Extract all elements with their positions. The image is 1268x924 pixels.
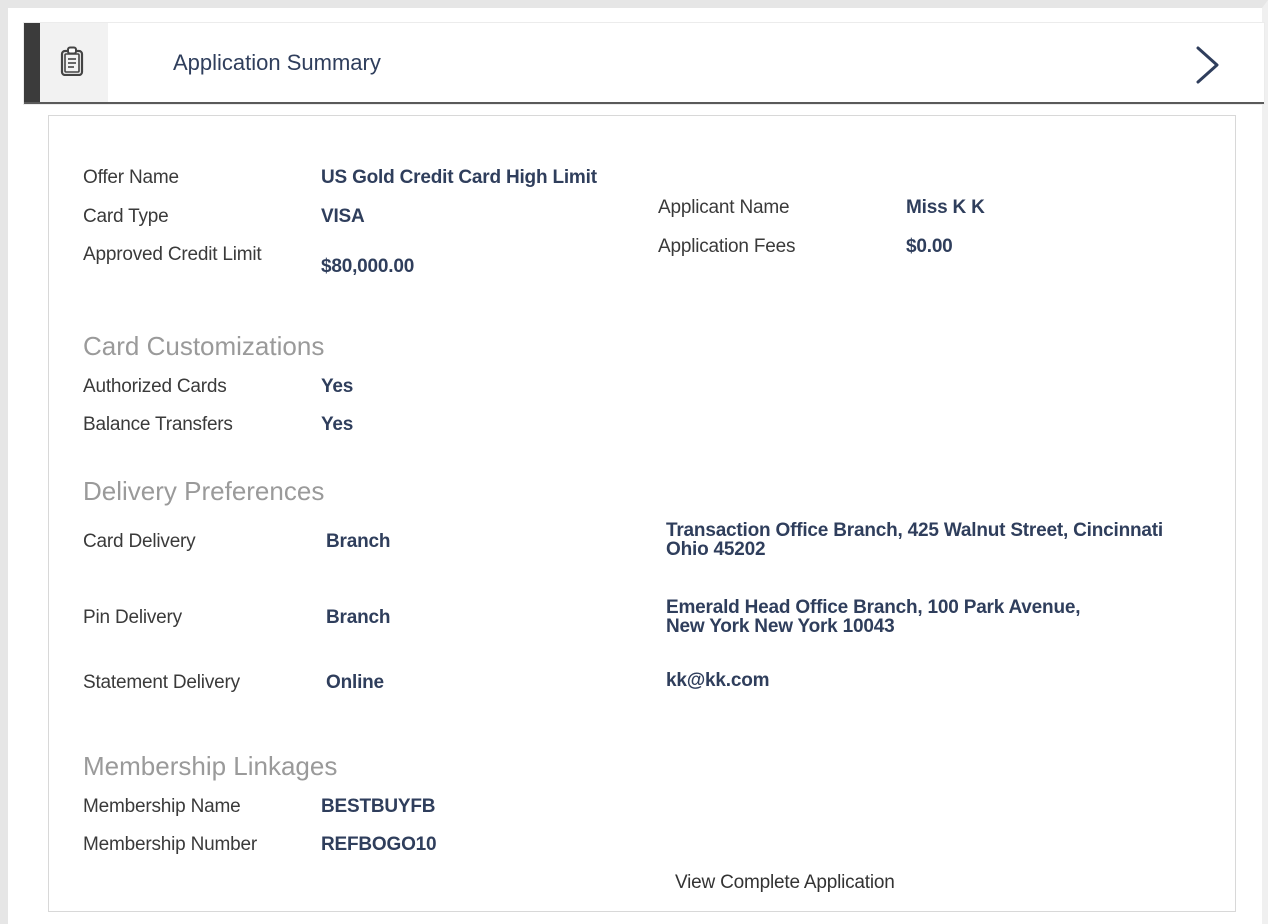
page-frame: Application Summary Offer Name US Gold C… xyxy=(0,0,1268,924)
membership-number-label: Membership Number xyxy=(83,834,257,855)
statement-delivery-value: Online xyxy=(326,672,384,693)
membership-number-value: REFBOGO10 xyxy=(321,834,437,855)
card-type-label: Card Type xyxy=(83,206,169,227)
membership-linkages-heading: Membership Linkages xyxy=(83,751,338,781)
pin-delivery-value: Branch xyxy=(326,607,391,628)
statement-delivery-label: Statement Delivery xyxy=(83,672,240,693)
card-delivery-address: Transaction Office Branch, 425 Walnut St… xyxy=(666,520,1163,560)
balance-transfers-value: Yes xyxy=(321,414,354,435)
applicant-name-value: Miss K K xyxy=(906,197,985,218)
page-title: Application Summary xyxy=(173,50,381,75)
pin-delivery-address: Emerald Head Office Branch, 100 Park Ave… xyxy=(666,597,1081,637)
summary-card: Offer Name US Gold Credit Card High Limi… xyxy=(48,115,1236,912)
approved-credit-limit-label: Approved Credit Limit xyxy=(83,244,262,265)
header-icon-box xyxy=(24,23,108,102)
card-delivery-label: Card Delivery xyxy=(83,531,196,552)
statement-delivery-address: kk@kk.com xyxy=(666,670,770,691)
clipboard-icon xyxy=(60,46,84,76)
application-fees-label: Application Fees xyxy=(658,236,796,257)
chevron-right-icon xyxy=(1196,46,1219,84)
membership-name-value: BESTBUYFB xyxy=(321,796,436,817)
summary-header: Application Summary xyxy=(24,23,1264,104)
authorized-cards-label: Authorized Cards xyxy=(83,376,227,397)
offer-name-value: US Gold Credit Card High Limit xyxy=(321,167,597,188)
delivery-preferences-heading: Delivery Preferences xyxy=(83,476,325,506)
card-delivery-value: Branch xyxy=(326,531,391,552)
approved-credit-limit-value: $80,000.00 xyxy=(321,256,415,277)
next-button[interactable] xyxy=(1192,45,1222,85)
balance-transfers-label: Balance Transfers xyxy=(83,414,233,435)
card-customizations-heading: Card Customizations xyxy=(83,331,325,361)
view-complete-application-link[interactable]: View Complete Application xyxy=(675,872,895,894)
membership-name-label: Membership Name xyxy=(83,796,241,817)
offer-name-label: Offer Name xyxy=(83,167,179,188)
authorized-cards-value: Yes xyxy=(321,376,354,397)
pin-delivery-label: Pin Delivery xyxy=(83,607,182,628)
card-type-value: VISA xyxy=(321,206,365,227)
applicant-name-label: Applicant Name xyxy=(658,197,790,218)
application-fees-value: $0.00 xyxy=(906,236,953,257)
